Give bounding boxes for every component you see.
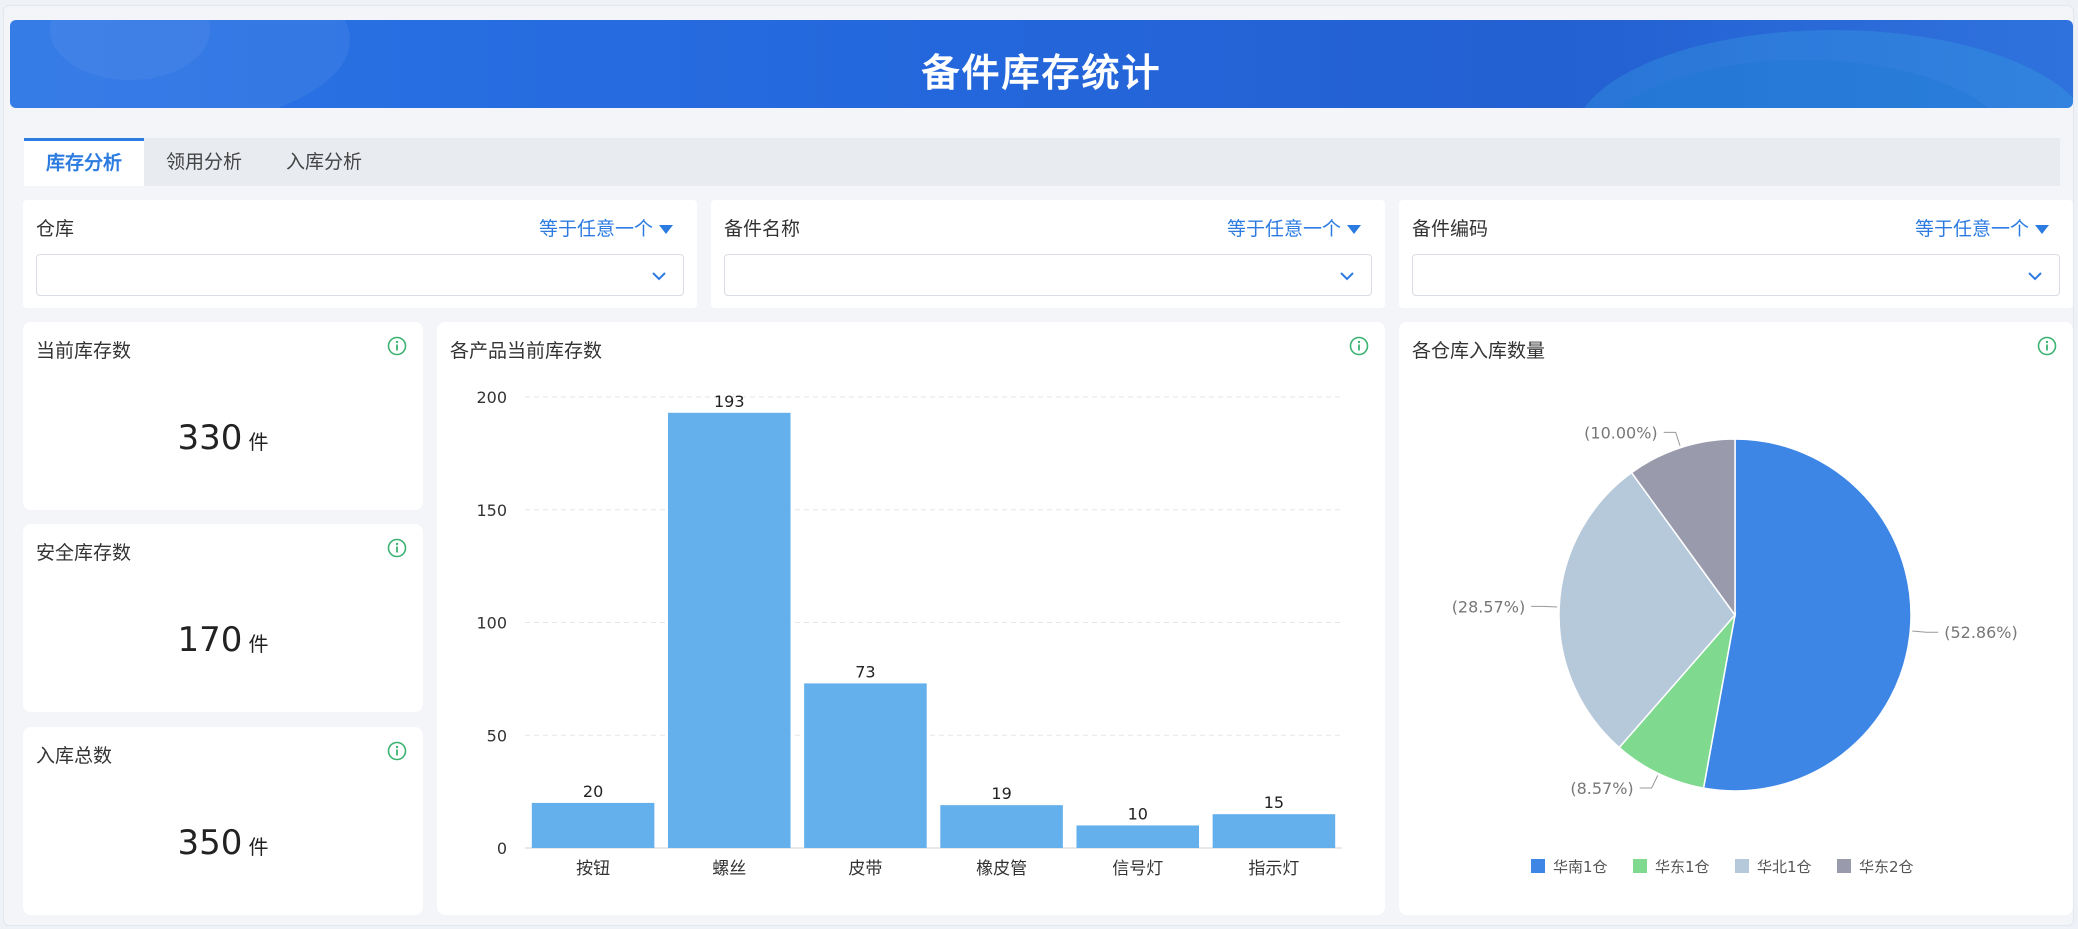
- bar[interactable]: [1076, 825, 1200, 848]
- chevron-down-icon: [2028, 272, 2042, 281]
- filter-label: 仓库: [36, 218, 75, 240]
- pie-chart: (52.86%) (8.57%) (28.57%) (10.00%) 华南1仓 华东1仓 华…: [1452, 423, 2018, 876]
- tab-usage-analysis[interactable]: 领用分析: [144, 138, 264, 186]
- metric-number: 350: [177, 823, 243, 863]
- bar-value-label: 19: [991, 784, 1011, 803]
- bar[interactable]: [804, 683, 927, 848]
- bar[interactable]: [1212, 814, 1336, 848]
- caret-down-icon: [659, 225, 673, 234]
- bar-value-label: 193: [714, 392, 745, 411]
- bar[interactable]: [531, 802, 655, 848]
- warehouse-select[interactable]: [36, 254, 684, 296]
- metric-value: 170 件: [23, 620, 423, 660]
- y-tick-label: 150: [476, 501, 507, 520]
- bar[interactable]: [940, 805, 1063, 848]
- bar-value-label: 73: [855, 662, 875, 681]
- metric-value: 330 件: [23, 418, 423, 458]
- legend-label[interactable]: 华东1仓: [1655, 858, 1710, 876]
- y-tick-label: 50: [487, 726, 507, 745]
- metric-unit: 件: [248, 835, 269, 859]
- pie-label-line: [1639, 775, 1659, 789]
- pie-chart-card: 各仓库入库数量 (52.86%) (8.57%) (28.57%) (10.00%) 华…: [1399, 322, 2073, 915]
- tab-inbound-analysis[interactable]: 入库分析: [264, 138, 384, 186]
- bar-value-label: 20: [583, 782, 603, 801]
- metric-number: 170: [177, 620, 243, 660]
- filter-warehouse: 仓库 等于任意一个: [23, 200, 697, 308]
- metric-card-safety-stock: 安全库存数 170 件: [23, 524, 423, 712]
- x-tick-label: 按钮: [576, 859, 610, 879]
- card-title: 安全库存数: [36, 542, 132, 564]
- filter-operator-label: 等于任意一个: [1914, 218, 2029, 240]
- caret-down-icon: [1347, 225, 1361, 234]
- filter-label: 备件名称: [724, 218, 801, 240]
- filter-operator-dropdown[interactable]: 等于任意一个: [539, 214, 673, 241]
- metric-unit: 件: [248, 430, 269, 454]
- info-icon[interactable]: [387, 741, 407, 761]
- pie-label-line: [1912, 630, 1939, 633]
- legend-swatch: [1633, 859, 1647, 873]
- chevron-down-icon: [1340, 272, 1354, 281]
- y-tick-label: 200: [476, 388, 507, 407]
- pie-slice-label: (28.57%): [1452, 597, 1526, 616]
- pie-slice-label: (10.00%): [1584, 423, 1658, 442]
- pie-slice-label: (8.57%): [1570, 779, 1633, 798]
- legend-swatch: [1531, 859, 1545, 873]
- part-code-select[interactable]: [1412, 254, 2060, 296]
- bar-value-label: 10: [1128, 804, 1148, 823]
- x-tick-label: 信号灯: [1112, 859, 1163, 879]
- caret-down-icon: [2035, 225, 2049, 234]
- filter-operator-label: 等于任意一个: [1226, 218, 1341, 240]
- legend-swatch: [1837, 859, 1851, 873]
- card-title: 当前库存数: [36, 340, 132, 362]
- legend-label[interactable]: 华北1仓: [1757, 858, 1812, 876]
- part-name-select[interactable]: [724, 254, 1372, 296]
- pie-label-line: [1531, 605, 1558, 608]
- x-tick-label: 皮带: [848, 859, 882, 879]
- x-tick-label: 指示灯: [1248, 859, 1299, 879]
- legend-label[interactable]: 华南1仓: [1553, 858, 1608, 876]
- metric-card-inbound-total: 入库总数 350 件: [23, 727, 423, 915]
- filter-part-code: 备件编码 等于任意一个: [1399, 200, 2073, 308]
- tab-inventory-analysis[interactable]: 库存分析: [24, 138, 144, 186]
- x-tick-label: 螺丝: [712, 859, 746, 879]
- metric-value: 350 件: [23, 823, 423, 863]
- y-tick-label: 0: [497, 839, 507, 858]
- metric-unit: 件: [248, 632, 269, 656]
- info-icon[interactable]: [387, 538, 407, 558]
- bar-value-label: 15: [1264, 793, 1284, 812]
- legend-label[interactable]: 华东2仓: [1859, 858, 1914, 876]
- header-banner: 备件库存统计: [10, 20, 2073, 108]
- legend-swatch: [1735, 859, 1749, 873]
- x-tick-label: 橡皮管: [976, 859, 1027, 879]
- card-title: 入库总数: [36, 745, 113, 767]
- filter-label: 备件编码: [1412, 218, 1489, 240]
- filter-part-name: 备件名称 等于任意一个: [711, 200, 1385, 308]
- bar-chart: 0 50 100 150 200 20 按钮 193 螺丝 73 皮带 19 橡皮管 10 信号灯 15 指示灯: [476, 388, 1342, 879]
- chevron-down-icon: [652, 272, 666, 281]
- bar-chart-card: 各产品当前库存数 0 50 100 150 200 20 按钮 193 螺丝 73 皮带 19 橡皮管 1…: [437, 322, 1385, 915]
- filter-operator-label: 等于任意一个: [538, 218, 653, 240]
- bar[interactable]: [667, 412, 791, 848]
- filter-operator-dropdown[interactable]: 等于任意一个: [1915, 214, 2049, 241]
- tab-bar: 库存分析 领用分析 入库分析: [24, 138, 2060, 186]
- info-icon[interactable]: [387, 336, 407, 356]
- metric-number: 330: [177, 418, 243, 458]
- pie-slice-label: (52.86%): [1944, 623, 2018, 642]
- metric-card-current-stock: 当前库存数 330 件: [23, 322, 423, 510]
- y-tick-label: 100: [476, 614, 507, 633]
- filter-operator-dropdown[interactable]: 等于任意一个: [1227, 214, 1361, 241]
- page-title: 备件库存统计: [921, 51, 1162, 95]
- pie-label-line: [1663, 431, 1681, 446]
